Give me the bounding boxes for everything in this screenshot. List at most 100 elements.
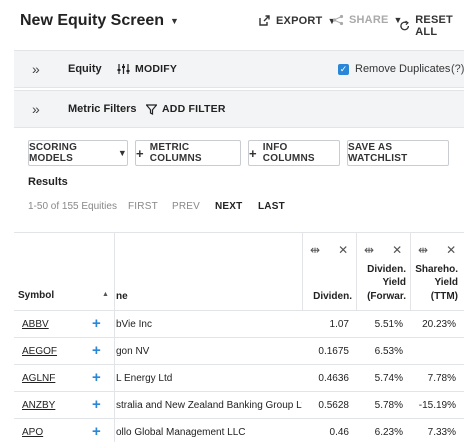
expand-chevron-icon[interactable]: » xyxy=(32,101,40,117)
info-columns-label: INFO COLUMNS xyxy=(262,142,315,164)
symbol-link[interactable]: AGLNF xyxy=(22,373,55,384)
caret-down-icon: ▼ xyxy=(117,148,127,158)
company-name: ollo Global Management LLC xyxy=(116,427,246,438)
column-divider xyxy=(356,233,357,311)
add-filter-label: ADD FILTER xyxy=(162,103,226,115)
add-to-list-icon[interactable]: + xyxy=(92,315,101,332)
symbol-column-header[interactable]: Symbol xyxy=(18,290,54,301)
table-row[interactable]: AGLNF + L Energy Ltd 0.4636 5.74% 7.78% xyxy=(14,365,464,392)
add-to-list-icon[interactable]: + xyxy=(92,369,101,386)
sliders-icon xyxy=(117,64,130,74)
dividend-cell: 0.46 xyxy=(329,427,349,438)
table-row[interactable]: ABBV + bVie Inc 1.07 5.51% 20.23% xyxy=(14,311,464,338)
equity-label: Equity xyxy=(68,63,102,75)
company-name: bVie Inc xyxy=(116,319,152,330)
pager-prev[interactable]: PREV xyxy=(172,201,200,212)
dividend-yield-header-line3: (Forwar. xyxy=(367,291,406,302)
metric-columns-label: METRIC COLUMNS xyxy=(149,142,202,164)
table-row[interactable]: AEGOF + gon NV 0.1675 6.53% xyxy=(14,338,464,365)
plus-icon: + xyxy=(249,145,257,161)
caret-down-icon: ▼ xyxy=(170,16,179,26)
resize-column-icon[interactable]: ⇹ xyxy=(310,243,320,257)
table-row[interactable]: APO + ollo Global Management LLC 0.46 6.… xyxy=(14,419,464,442)
company-name: gon NV xyxy=(116,346,150,357)
help-link[interactable]: (?) xyxy=(451,63,464,75)
resize-column-icon[interactable]: ⇹ xyxy=(364,243,374,257)
reset-icon xyxy=(400,20,410,31)
save-as-watchlist-button[interactable]: SAVE AS WATCHLIST xyxy=(347,140,449,166)
metric-filter-bar: » Metric Filters ADD FILTER xyxy=(14,90,464,128)
results-table: Symbol ▲ ne ⇹ ✕ Dividen. ⇹ ✕ Dividen. Yi… xyxy=(14,232,464,442)
remove-duplicates-checkbox[interactable]: ✓ xyxy=(338,63,349,75)
info-columns-button[interactable]: + INFO COLUMNS xyxy=(248,140,340,166)
dividend-yield-header-line2: Yield xyxy=(382,277,406,288)
dividend-yield-cell: 5.51% xyxy=(374,319,403,330)
symbol-link[interactable]: AEGOF xyxy=(22,346,57,357)
modify-label: MODIFY xyxy=(135,63,178,75)
shareholder-yield-header-line1[interactable]: Shareho. xyxy=(412,263,458,276)
dividend-cell: 1.07 xyxy=(329,319,349,330)
expand-chevron-icon[interactable]: » xyxy=(32,61,40,77)
close-icon[interactable]: ✕ xyxy=(446,243,456,257)
pager-first[interactable]: FIRST xyxy=(128,201,158,212)
dividend-yield-cell: 5.74% xyxy=(374,373,403,384)
page-title: New Equity Screen xyxy=(20,12,165,29)
column-divider xyxy=(410,233,411,311)
dividend-yield-cell: 5.78% xyxy=(374,400,403,411)
symbol-link[interactable]: ANZBY xyxy=(22,400,55,411)
export-label: EXPORT xyxy=(276,14,323,27)
shareholder-yield-header-line2: Yield xyxy=(434,277,458,288)
column-controls: ⇹ ✕ xyxy=(364,243,402,257)
sort-ascending-icon[interactable]: ▲ xyxy=(102,291,109,298)
metric-filters-label: Metric Filters xyxy=(68,103,137,115)
shareholder-yield-header-line3: (TTM) xyxy=(430,291,458,302)
screen-title-dropdown[interactable]: New Equity Screen ▼ xyxy=(20,12,179,30)
metric-columns-button[interactable]: + METRIC COLUMNS xyxy=(135,140,241,166)
dividend-yield-cell: 6.23% xyxy=(374,427,403,438)
dividend-column-header[interactable]: Dividen. xyxy=(304,290,352,303)
shareholder-yield-cell: 7.78% xyxy=(427,373,456,384)
shareholder-yield-cell: 7.33% xyxy=(427,427,456,438)
shareholder-yield-cell: -15.19% xyxy=(418,400,456,411)
dividend-cell: 0.4636 xyxy=(318,373,349,384)
symbol-link[interactable]: ABBV xyxy=(22,319,49,330)
add-filter-button[interactable]: ADD FILTER xyxy=(146,103,226,115)
dividend-yield-header-line1[interactable]: Dividen. xyxy=(358,263,406,276)
plus-icon: + xyxy=(136,145,144,161)
scoring-models-label: SCORING MODELS xyxy=(29,142,78,164)
top-header: New Equity Screen ▼ EXPORT ▼ SHARE ▼ RES… xyxy=(0,0,474,44)
add-to-list-icon[interactable]: + xyxy=(92,423,101,440)
pager-last[interactable]: LAST xyxy=(258,201,285,212)
reset-all-button[interactable]: RESET ALL xyxy=(399,14,474,38)
pager-next[interactable]: NEXT xyxy=(215,201,242,212)
scoring-models-button[interactable]: SCORING MODELS ▼ xyxy=(28,140,128,166)
name-column-header[interactable]: ne xyxy=(116,290,128,303)
dividend-yield-cell: 6.53% xyxy=(374,346,403,357)
remove-duplicates-label: Remove Duplicates xyxy=(355,63,451,75)
table-row[interactable]: ANZBY + stralia and New Zealand Banking … xyxy=(14,392,464,419)
company-name: L Energy Ltd xyxy=(116,373,173,384)
close-icon[interactable]: ✕ xyxy=(338,243,348,257)
column-controls: ⇹ ✕ xyxy=(310,243,348,257)
share-label: SHARE xyxy=(349,14,389,26)
add-to-list-icon[interactable]: + xyxy=(92,396,101,413)
export-button[interactable]: EXPORT ▼ xyxy=(258,14,337,27)
share-icon xyxy=(332,14,344,26)
filter-icon xyxy=(146,103,157,115)
close-icon[interactable]: ✕ xyxy=(392,243,402,257)
resize-column-icon[interactable]: ⇹ xyxy=(418,243,428,257)
export-icon xyxy=(259,15,270,26)
reset-label: RESET ALL xyxy=(415,14,453,38)
symbol-link[interactable]: APO xyxy=(22,427,43,438)
modify-button[interactable]: MODIFY xyxy=(117,63,177,75)
results-heading: Results xyxy=(28,176,68,188)
dividend-cell: 0.1675 xyxy=(318,346,349,357)
results-range-text: 1-50 of 155 Equities xyxy=(28,201,117,212)
company-name: stralia and New Zealand Banking Group Lt… xyxy=(116,400,302,411)
add-to-list-icon[interactable]: + xyxy=(92,342,101,359)
column-divider xyxy=(302,233,303,311)
share-button[interactable]: SHARE ▼ xyxy=(332,14,403,26)
equity-filter-bar: » Equity MODIFY ✓ Remove Duplicates (?) xyxy=(14,50,464,88)
shareholder-yield-cell: 20.23% xyxy=(422,319,456,330)
column-controls: ⇹ ✕ xyxy=(418,243,456,257)
